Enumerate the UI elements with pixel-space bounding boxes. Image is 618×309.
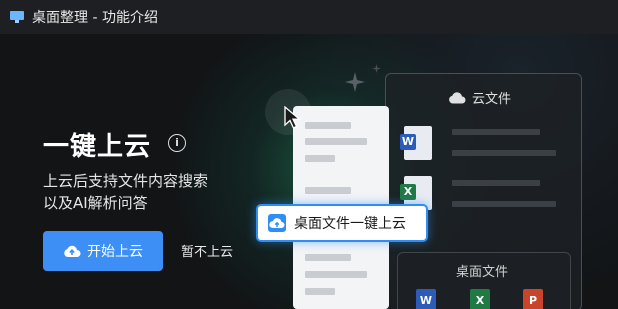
doc-line: [305, 155, 335, 162]
doc-line: [305, 122, 351, 129]
excel-file-icon: X: [470, 289, 490, 309]
title-bar: 桌面整理 - 功能介绍: [0, 0, 618, 34]
description-line: 上云后支持文件内容搜索: [43, 172, 209, 190]
monitor-icon: [10, 11, 24, 23]
sparkle-icon: [345, 72, 365, 92]
cloud-icon: [449, 91, 466, 103]
sparkle-icon: [372, 64, 381, 73]
word-file-icon: W: [400, 126, 432, 160]
cloud-upload-icon: [268, 214, 286, 232]
start-upload-label: 开始上云: [87, 244, 143, 260]
doc-line: [305, 187, 351, 194]
cloud-panel-label: 云文件: [472, 92, 512, 107]
doc-line: [305, 254, 351, 261]
mouse-cursor-icon: [284, 106, 302, 129]
file-line: [452, 201, 556, 207]
description-line: 以及AI解析问答: [43, 194, 148, 212]
powerpoint-file-icon: P: [523, 289, 543, 309]
feature-description: 上云后支持文件内容搜索 以及AI解析问答: [43, 170, 253, 214]
doc-line: [305, 271, 367, 278]
feature-title: 一键上云: [43, 132, 152, 162]
desktop-files-panel: 桌面文件 W X P: [397, 252, 571, 309]
skip-upload-button[interactable]: 暂不上云: [181, 241, 233, 260]
cloud-panel-title: 云文件: [448, 88, 511, 107]
word-file-icon: W: [416, 289, 436, 309]
info-icon[interactable]: i: [168, 134, 186, 152]
doc-line: [305, 288, 335, 295]
window-title: 桌面整理 - 功能介绍: [32, 10, 158, 26]
upload-tooltip: 桌面文件一键上云: [256, 204, 428, 242]
feature-intro-panel: 一键上云 i 上云后支持文件内容搜索 以及AI解析问答 开始上云 暂不上云 云文…: [0, 34, 618, 309]
doc-line: [305, 138, 367, 145]
file-line: [452, 129, 540, 135]
desktop-panel-title: 桌面文件: [456, 265, 509, 280]
file-line: [452, 180, 540, 186]
file-line: [452, 150, 556, 156]
start-upload-button[interactable]: 开始上云: [43, 231, 163, 271]
tooltip-label: 桌面文件一键上云: [294, 216, 406, 232]
cloud-upload-icon: [64, 245, 81, 257]
